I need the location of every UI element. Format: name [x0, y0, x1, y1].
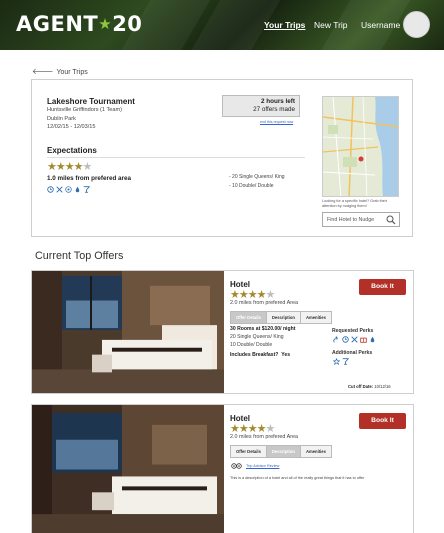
offer-card: Hotel ★★★★★ 2.0 miles from prefered Area…	[31, 270, 414, 394]
trip-summary-card: Lakeshore Tournament Huntsville Griffind…	[31, 79, 413, 237]
room-line: 10 Double/ Double	[230, 342, 273, 348]
clock-icon	[342, 336, 349, 343]
amenity-icons	[47, 186, 90, 193]
expectations-heading: Expectations	[47, 146, 97, 155]
room-line: - 10 Double/ Double	[229, 183, 274, 189]
room-line: - 20 Single Queens/ King	[229, 174, 285, 180]
tab-description[interactable]: Description	[265, 445, 301, 458]
wifi-icon	[65, 186, 72, 193]
tab-amenities[interactable]: Amenities	[299, 311, 332, 324]
offer-tabs: Offer Details Description Amenities	[230, 311, 332, 324]
trip-advisor-review-link[interactable]: Trip Advisor Review	[246, 464, 279, 468]
find-hotel-input[interactable]: Find Hotel to Nudge	[322, 212, 400, 227]
room-line: 20 Single Queens/ King	[230, 334, 284, 340]
book-it-button[interactable]: Book It	[359, 279, 406, 295]
additional-perk-icons	[333, 358, 349, 365]
tools-icon	[56, 186, 63, 193]
hotel-photo[interactable]	[32, 405, 224, 533]
nav-username[interactable]: Username	[361, 20, 400, 30]
trip-name: Lakeshore Tournament	[47, 97, 135, 106]
droplet-icon	[75, 186, 80, 193]
nav-your-trips[interactable]: Your Trips	[264, 20, 305, 30]
tools-icon	[351, 336, 358, 343]
accessibility-icon	[333, 336, 338, 343]
gift-icon	[360, 337, 367, 343]
back-link[interactable]: 🡐 Your Trips	[32, 66, 88, 76]
star-rating: ★★★★★	[47, 161, 92, 173]
breakfast-info: Includes Breakfast? Yes	[230, 352, 291, 358]
nav-new-trip[interactable]: New Trip	[314, 20, 348, 30]
search-icon[interactable]	[386, 215, 396, 225]
cocktail-icon	[83, 186, 90, 193]
additional-perks-heading: Additional Perks	[332, 350, 373, 356]
trip-location: Dublin Park	[47, 116, 76, 122]
status-badge: 2 hours left 27 offers made	[222, 95, 300, 117]
avatar[interactable]	[403, 11, 430, 38]
app-header: AGENT★20 Your Trips New Trip Username	[0, 0, 444, 50]
hotel-description: This is a description of a hotel and all…	[230, 476, 365, 480]
requested-perk-icons	[333, 336, 376, 343]
expected-distance: 1.0 miles from prefered area	[47, 175, 131, 182]
map-thumbnail[interactable]	[322, 96, 399, 197]
divider	[47, 157, 305, 158]
tab-amenities[interactable]: Amenities	[299, 445, 332, 458]
trip-team: Huntsville Griffindors (1 Team)	[47, 107, 123, 113]
requested-perks-heading: Requested Perks	[332, 328, 374, 334]
hotel-photo[interactable]	[32, 271, 224, 393]
hotel-distance: 2.0 miles from prefered Area	[230, 434, 299, 440]
offer-card: Hotel ★★★★★ 2.0 miles from prefered Area…	[31, 404, 414, 533]
rooms-price: 30 Rooms at $120.00/ night	[230, 326, 296, 332]
tab-description[interactable]: Description	[265, 311, 301, 324]
tripadvisor-icon	[231, 463, 242, 469]
tab-offer-details[interactable]: Offer Details	[230, 311, 267, 324]
tab-offer-details[interactable]: Offer Details	[230, 445, 267, 458]
arrow-left-icon: 🡐	[32, 67, 54, 76]
offer-tabs: Offer Details Description Amenities	[230, 445, 332, 458]
star-icon	[333, 358, 340, 365]
droplet-icon	[370, 336, 375, 343]
cocktail-icon	[342, 358, 349, 365]
map-caption: Looking for a specific hotel? Grab their…	[322, 199, 388, 208]
trip-dates: 12/02/15 - 12/03/15	[47, 124, 96, 130]
end-request-link[interactable]: end this request now	[260, 120, 293, 124]
clock-icon	[47, 186, 54, 193]
cutoff-date: Cut off Date: 10/12/16	[348, 384, 391, 389]
book-it-button[interactable]: Book It	[359, 413, 406, 429]
logo[interactable]: AGENT★20	[16, 12, 142, 36]
section-title: Current Top Offers	[35, 250, 124, 262]
hotel-distance: 2.0 miles from prefered Area	[230, 300, 299, 306]
